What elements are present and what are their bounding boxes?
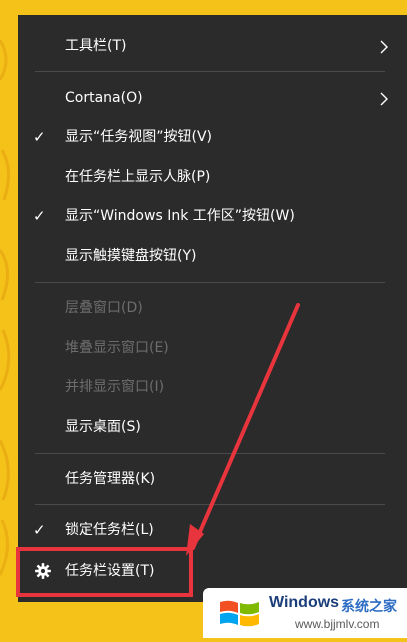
menu-separator [35,71,385,72]
menu-item-label: 层叠窗口(D) [65,300,143,316]
menu-item-lock-taskbar[interactable]: ✓ 锁定任务栏(L) [18,513,407,547]
menu-item-show-touch-keyboard-button[interactable]: 显示触摸键盘按钮(Y) [18,239,407,273]
menu-item-show-windows-ink-button[interactable]: ✓ 显示“Windows Ink 工作区”按钮(W) [18,199,407,233]
checkmark-icon: ✓ [33,521,46,539]
menu-item-label: 任务管理器(K) [65,471,156,487]
watermark-title: Windows [269,594,340,611]
menu-item-label: 工具栏(T) [65,38,127,54]
checkmark-icon: ✓ [33,207,46,225]
menu-item-toolbars[interactable]: 工具栏(T) [18,29,407,63]
chevron-right-icon [380,40,388,54]
menu-item-show-desktop[interactable]: 显示桌面(S) [18,410,407,444]
menu-item-label: Cortana(O) [65,90,143,106]
menu-item-label: 显示桌面(S) [65,419,141,435]
menu-item-label: 锁定任务栏(L) [65,522,154,538]
menu-separator [35,453,385,454]
menu-separator [35,282,385,283]
watermark-url: www.bjjmlv.com [295,617,380,631]
menu-item-task-manager[interactable]: 任务管理器(K) [18,462,407,496]
checkmark-icon: ✓ [33,128,46,146]
menu-item-label: 堆叠显示窗口(E) [65,340,169,356]
menu-item-show-people[interactable]: 在任务栏上显示人脉(P) [18,160,407,194]
taskbar-context-menu: 工具栏(T) Cortana(O) ✓ 显示“任务视图”按钮(V) 在任务栏上显… [18,15,407,602]
menu-item-cascade-windows: 层叠窗口(D) [18,291,407,325]
menu-item-label: 显示“任务视图”按钮(V) [65,129,213,145]
menu-item-stack-windows: 堆叠显示窗口(E) [18,331,407,365]
windows-logo-icon [220,600,259,627]
chevron-right-icon [380,92,388,106]
menu-item-label: 并排显示窗口(I) [65,379,165,395]
highlight-box [16,547,193,597]
menu-item-label: 显示触摸键盘按钮(Y) [65,248,197,264]
menu-separator [35,504,385,505]
watermark-subtitle: 系统之家 [341,599,397,615]
menu-item-label: 在任务栏上显示人脉(P) [65,169,211,185]
menu-item-cortana[interactable]: Cortana(O) [18,81,407,115]
menu-item-label: 显示“Windows Ink 工作区”按钮(W) [65,208,295,224]
site-watermark: Windows 系统之家 www.bjjmlv.com [203,588,407,638]
menu-item-show-task-view-button[interactable]: ✓ 显示“任务视图”按钮(V) [18,120,407,154]
menu-item-side-by-side-windows: 并排显示窗口(I) [18,370,407,404]
